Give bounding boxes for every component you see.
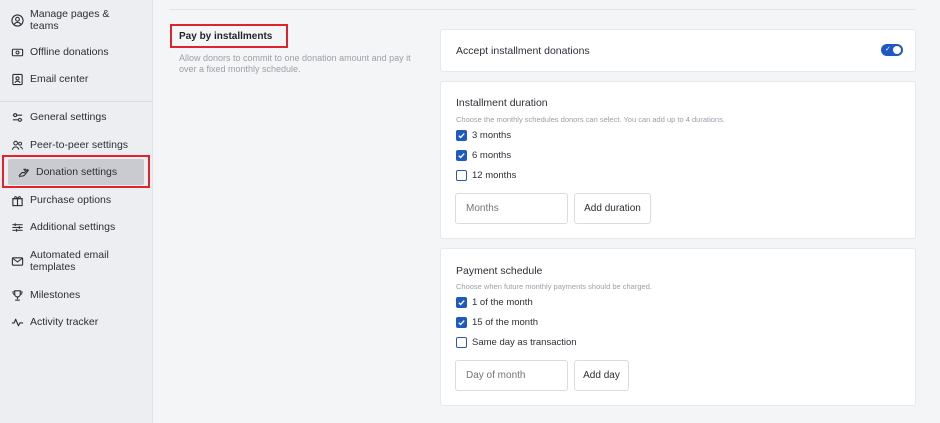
sidebar-item-label: Milestones — [30, 289, 81, 301]
duration-option-6-months[interactable]: 6 months — [456, 150, 511, 161]
installment-duration-title: Installment duration — [456, 97, 548, 109]
sidebar-item-purchase-options[interactable]: Purchase options — [10, 193, 144, 207]
accept-installments-toggle[interactable]: ✓ — [881, 44, 903, 56]
sidebar-item-label: Email center — [30, 73, 89, 85]
check-icon: ✓ — [885, 46, 891, 53]
adjustments-icon — [10, 220, 24, 234]
duration-option-12-months[interactable]: 12 months — [456, 170, 516, 181]
check-icon — [458, 153, 465, 159]
checkbox-unchecked[interactable] — [456, 337, 467, 348]
add-day-button[interactable]: Add day — [574, 360, 629, 391]
installment-duration-subtitle: Choose the monthly schedules donors can … — [456, 115, 725, 124]
duration-option-label: 3 months — [472, 130, 512, 141]
schedule-option-label: 1 of the month — [472, 297, 533, 308]
cash-icon — [10, 45, 24, 59]
trophy-icon — [10, 288, 24, 302]
payment-schedule-title: Payment schedule — [456, 265, 543, 277]
sidebar-item-email-center[interactable]: Email center — [10, 72, 144, 86]
payment-schedule-subtitle: Choose when future monthly payments shou… — [456, 282, 652, 291]
sidebar-item-label: General settings — [30, 111, 107, 123]
check-icon — [458, 300, 465, 306]
sidebar-item-label: Peer-to-peer settings — [30, 139, 129, 151]
check-icon — [458, 133, 465, 139]
sidebar-item-general-settings[interactable]: General settings — [10, 110, 144, 124]
duration-option-3-months[interactable]: 3 months — [456, 130, 511, 141]
sidebar-item-peer-to-peer[interactable]: Peer-to-peer settings — [10, 138, 144, 152]
checkbox-checked[interactable] — [456, 317, 467, 328]
sidebar-item-label: Manage pages & teams — [30, 8, 110, 32]
sidebar-item-manage-pages[interactable]: Manage pages & teams — [10, 8, 144, 32]
checkbox-checked[interactable] — [456, 297, 467, 308]
duration-months-input[interactable] — [455, 193, 568, 224]
check-icon — [458, 320, 465, 326]
user-circle-icon — [10, 13, 24, 27]
schedule-option-label: 15 of the month — [472, 317, 539, 328]
schedule-option-label: Same day as transaction — [472, 337, 577, 348]
checkbox-unchecked[interactable] — [456, 170, 467, 181]
day-of-month-input[interactable] — [455, 360, 568, 391]
schedule-option-same-day[interactable]: Same day as transaction — [456, 337, 577, 348]
hand-heart-icon — [16, 165, 30, 179]
sidebar-item-label: Purchase options — [30, 194, 112, 206]
sliders-icon — [10, 110, 24, 124]
checkbox-checked[interactable] — [456, 130, 467, 141]
sidebar-item-label: Offline donations — [30, 46, 109, 58]
duration-option-label: 12 months — [472, 170, 517, 181]
sidebar-item-label: Donation settings — [36, 166, 118, 178]
envelope-icon — [10, 254, 24, 268]
sidebar-item-donation-settings[interactable]: Donation settings — [8, 159, 144, 185]
duration-option-label: 6 months — [472, 150, 512, 161]
sidebar: Manage pages & teams Offline donations E… — [0, 0, 153, 423]
section-title: Pay by installments — [179, 31, 273, 42]
sidebar-item-milestones[interactable]: Milestones — [10, 288, 144, 302]
schedule-option-1st[interactable]: 1 of the month — [456, 297, 533, 308]
checkbox-checked[interactable] — [456, 150, 467, 161]
sidebar-divider — [0, 101, 152, 102]
payment-schedule-card: Payment schedule Choose when future mont… — [440, 248, 916, 406]
gift-icon — [10, 193, 24, 207]
add-duration-button[interactable]: Add duration — [574, 193, 651, 224]
accept-installments-card: Accept installment donations ✓ — [440, 29, 916, 72]
installment-duration-card: Installment duration Choose the monthly … — [440, 81, 916, 239]
contact-card-icon — [10, 72, 24, 86]
top-divider — [170, 9, 916, 10]
sidebar-item-label: Additional settings — [30, 221, 116, 233]
section-description: Allow donors to commit to one donation a… — [179, 53, 411, 74]
sidebar-item-activity-tracker[interactable]: Activity tracker — [10, 315, 144, 329]
schedule-option-15th[interactable]: 15 of the month — [456, 317, 538, 328]
sidebar-item-label: Automated email templates — [30, 249, 109, 273]
sidebar-item-offline-donations[interactable]: Offline donations — [10, 45, 144, 59]
people-icon — [10, 138, 24, 152]
sidebar-item-automated-email[interactable]: Automated email templates — [10, 249, 144, 273]
pulse-icon — [10, 315, 24, 329]
accept-installments-label: Accept installment donations — [456, 45, 590, 57]
sidebar-item-label: Activity tracker — [30, 316, 99, 328]
sidebar-item-additional-settings[interactable]: Additional settings — [10, 220, 144, 234]
